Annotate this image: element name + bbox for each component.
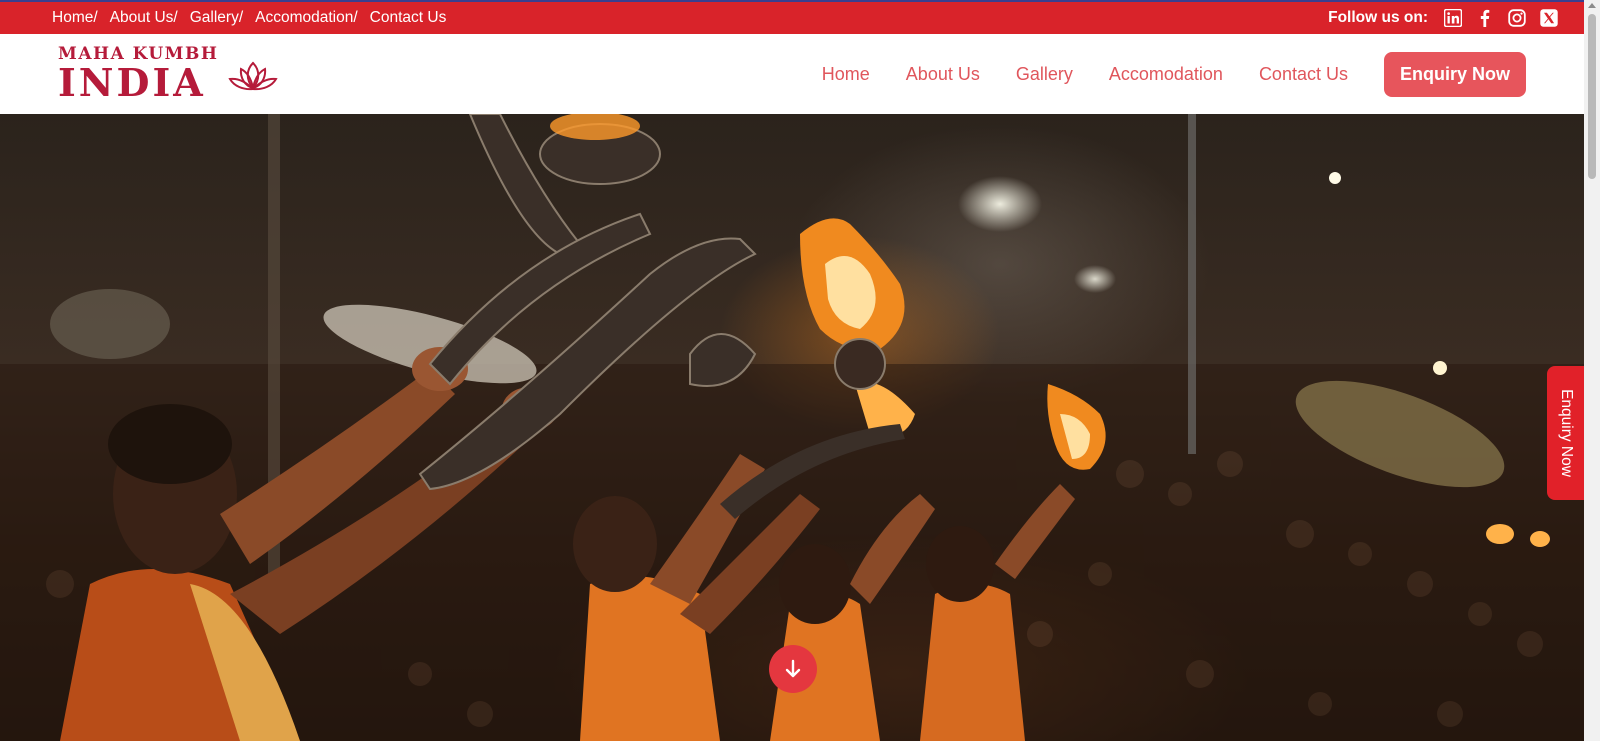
instagram-icon[interactable]	[1508, 9, 1526, 27]
nav-contact-us[interactable]: Contact Us	[1259, 64, 1348, 85]
arrow-down-icon	[783, 659, 803, 679]
main-nav: Home About Us Gallery Accomodation Conta…	[786, 51, 1526, 97]
side-enquiry-label: Enquiry Now	[1558, 389, 1575, 477]
page: Home/ About Us/ Gallery/ Accomodation/ C…	[0, 0, 1600, 741]
nav-accomodation[interactable]: Accomodation	[1109, 64, 1223, 85]
scroll-up-arrow-icon[interactable]	[1588, 3, 1596, 8]
social-links: Follow us on:	[1328, 9, 1558, 27]
breadcrumb-gallery[interactable]: Gallery/	[190, 9, 243, 27]
site-logo[interactable]: MAHA KUMBH INDIA	[58, 46, 279, 102]
linkedin-icon[interactable]	[1444, 9, 1462, 27]
logo-text: MAHA KUMBH INDIA	[58, 46, 218, 102]
main-header: MAHA KUMBH INDIA Home About Us Gallery A…	[0, 34, 1584, 114]
lotus-icon	[228, 54, 279, 94]
x-twitter-icon[interactable]	[1540, 9, 1558, 27]
nav-gallery[interactable]: Gallery	[1016, 64, 1073, 85]
hero-image	[0, 114, 1584, 741]
page-scrollbar[interactable]	[1584, 0, 1600, 741]
nav-home[interactable]: Home	[822, 64, 870, 85]
follow-label: Follow us on:	[1328, 9, 1428, 26]
breadcrumb-home[interactable]: Home/	[52, 9, 98, 27]
nav-about-us[interactable]: About Us	[906, 64, 980, 85]
side-enquiry-tab[interactable]: Enquiry Now	[1547, 366, 1585, 500]
top-bar: Home/ About Us/ Gallery/ Accomodation/ C…	[0, 0, 1584, 34]
breadcrumb-about-us[interactable]: About Us/	[110, 9, 178, 27]
enquiry-now-button[interactable]: Enquiry Now	[1383, 51, 1526, 97]
breadcrumb-contact-us[interactable]: Contact Us	[370, 9, 447, 27]
logo-line-2: INDIA	[58, 60, 206, 105]
breadcrumb-accomodation[interactable]: Accomodation/	[255, 9, 358, 27]
scroll-down-button[interactable]	[769, 645, 817, 693]
breadcrumb: Home/ About Us/ Gallery/ Accomodation/ C…	[52, 9, 446, 27]
scrollbar-thumb[interactable]	[1588, 14, 1596, 179]
facebook-icon[interactable]	[1476, 9, 1494, 27]
